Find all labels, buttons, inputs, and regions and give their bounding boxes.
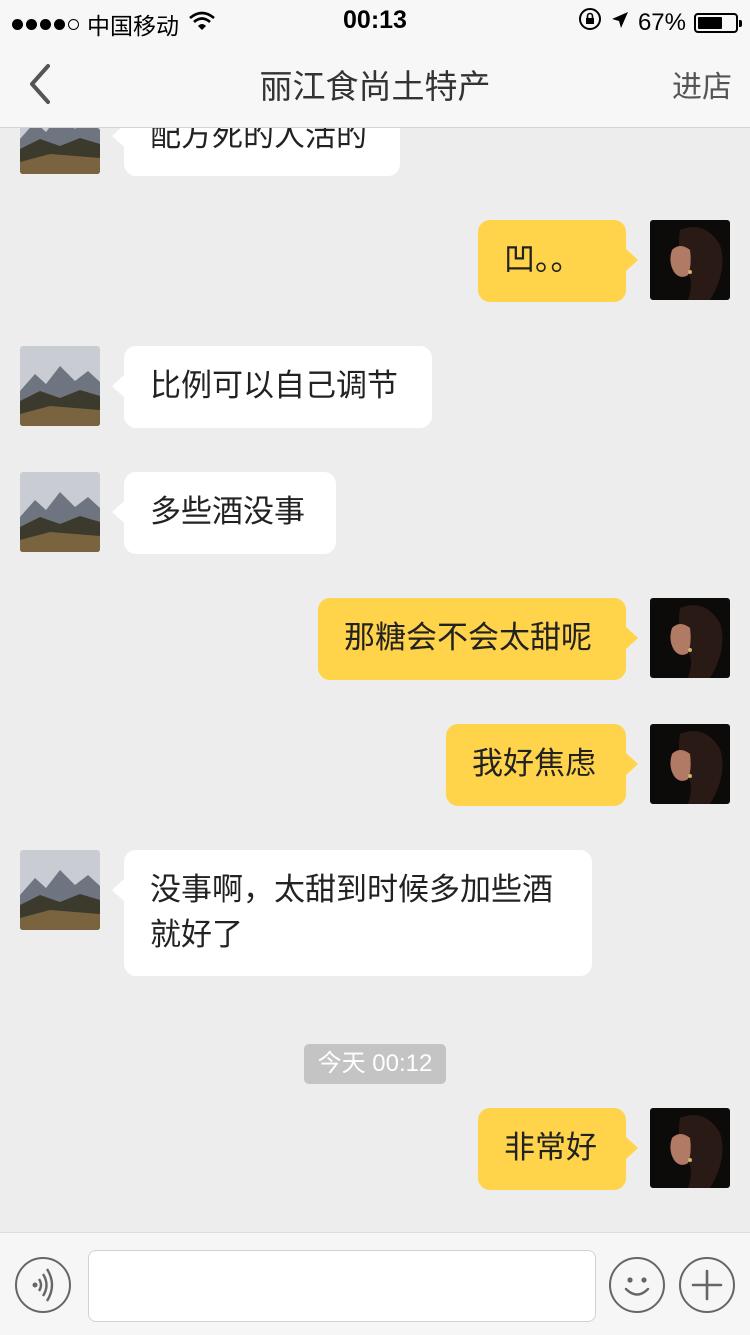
message-text: 比例可以自己调节 [150,368,398,404]
mountain-photo-icon [20,346,100,426]
message-bubble-incoming[interactable]: 多些酒没事 [112,472,336,554]
input-bar [0,1232,750,1335]
battery-percent: 67% [637,8,686,36]
message-input[interactable] [88,1250,596,1322]
status-bar: 中国移动 00:13 67% [0,0,750,40]
message-bubble-outgoing[interactable]: 我好焦虑 [446,724,638,806]
emoji-button[interactable] [609,1257,665,1313]
shop-avatar[interactable] [20,346,100,426]
location-arrow-icon [610,9,630,37]
emoji-icon [624,1277,650,1296]
shop-avatar[interactable] [20,128,100,174]
message-bubble-incoming[interactable]: 配方死的人活的 [112,128,400,176]
timestamp-divider: 今天 00:12 [304,1044,446,1084]
user-avatar[interactable] [650,1108,730,1188]
voice-button[interactable] [15,1257,71,1313]
mountain-photo-icon [20,472,100,552]
user-avatar[interactable] [650,598,730,678]
voice-icon [32,1268,54,1302]
portrait-photo-icon [650,220,730,300]
message-text: 非常好 [504,1130,597,1166]
more-button[interactable] [679,1257,735,1313]
message-bubble-incoming[interactable]: 没事啊，太甜到时候多加些酒 就好了 [112,850,592,976]
plus-icon [691,1269,723,1301]
message-text: 凹。。 [504,242,582,278]
message-text-line: 没事啊，太甜到时候多加些酒 [150,872,553,908]
user-avatar[interactable] [650,220,730,300]
chat-area[interactable]: 配方死的人活的 凹。。 比例可以自己调节 多些酒没事 那糖会不会太甜呢 我好焦虑… [0,128,750,1232]
orientation-lock-icon [578,7,602,38]
message-bubble-outgoing[interactable]: 非常好 [478,1108,638,1190]
message-bubble-outgoing[interactable]: 凹。。 [478,220,638,302]
status-right: 67% [578,7,742,38]
mountain-photo-icon [20,850,100,930]
mountain-photo-icon [20,128,100,174]
message-bubble-outgoing[interactable]: 那糖会不会太甜呢 [318,598,638,680]
portrait-photo-icon [650,1108,730,1188]
shop-avatar[interactable] [20,850,100,930]
battery-icon [694,12,742,33]
message-text: 配方死的人活的 [150,128,367,154]
nav-bar: 丽江食尚土特产 进店 [0,40,750,128]
user-avatar[interactable] [650,724,730,804]
portrait-photo-icon [650,724,730,804]
message-text: 我好焦虑 [472,746,596,782]
battery-level [698,16,723,29]
shop-avatar[interactable] [20,472,100,552]
message-text-line: 就好了 [150,917,243,953]
portrait-photo-icon [650,598,730,678]
message-bubble-incoming[interactable]: 比例可以自己调节 [112,346,432,428]
message-text: 那糖会不会太甜呢 [344,620,592,656]
page-title: 丽江食尚土特产 [259,67,491,106]
enter-store-button[interactable]: 进店 [672,62,732,106]
message-text: 多些酒没事 [150,494,305,530]
